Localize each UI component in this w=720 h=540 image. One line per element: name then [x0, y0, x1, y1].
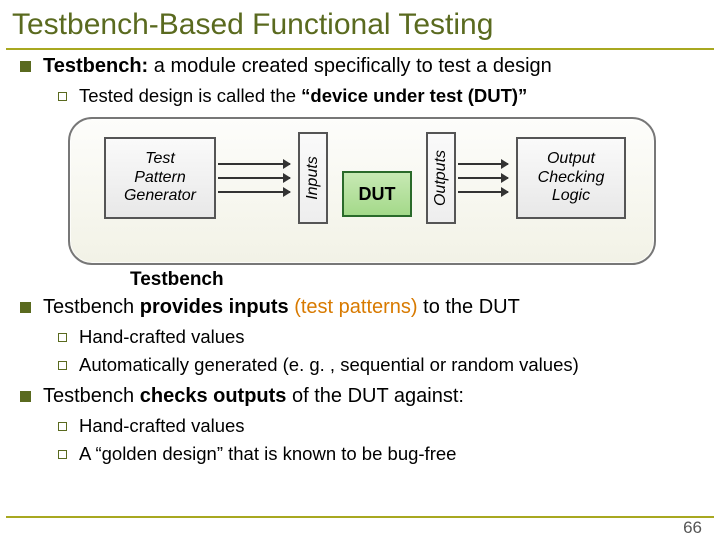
subbullet-handcrafted-outputs: Hand-crafted values — [58, 415, 700, 437]
subbullet-square-icon — [58, 450, 67, 459]
bullet-square-icon — [20, 391, 31, 402]
divider-bottom — [6, 516, 714, 518]
bullet-text: Testbench: a module created specifically… — [43, 54, 552, 79]
subbullet-square-icon — [58, 92, 67, 101]
outputs-label: Outputs — [432, 150, 450, 206]
dut-pre: Tested design is called the — [79, 85, 301, 106]
bullet-text: Testbench provides inputs (test patterns… — [43, 295, 520, 320]
tpg-label: Test Pattern Generator — [124, 150, 196, 205]
bullet-provides-inputs: Testbench provides inputs (test patterns… — [20, 295, 700, 320]
subbullet-text: Tested design is called the “device unde… — [79, 85, 527, 107]
test-pattern-generator-box: Test Pattern Generator — [104, 137, 216, 219]
divider-top — [6, 48, 714, 50]
provides-bold: provides inputs — [140, 296, 289, 318]
test-patterns-highlight: (test patterns) — [289, 296, 418, 318]
checks-pre: Testbench — [43, 385, 140, 407]
testbench-container: Test Pattern Generator Inputs DUT Output… — [68, 117, 656, 265]
slide: Testbench-Based Functional Testing Testb… — [0, 0, 720, 540]
page-number: 66 — [683, 518, 702, 538]
bullet-square-icon — [20, 302, 31, 313]
dut-bold: “device under test (DUT)” — [301, 85, 527, 106]
subbullet-text: Hand-crafted values — [79, 415, 245, 437]
subbullet-autogen: Automatically generated (e. g. , sequent… — [58, 354, 700, 376]
inputs-label: Inputs — [304, 156, 322, 200]
subbullet-text: A “golden design” that is known to be bu… — [79, 443, 456, 465]
provides-pre: Testbench — [43, 296, 140, 318]
checks-post: of the DUT against: — [286, 385, 464, 407]
subbullet-square-icon — [58, 422, 67, 431]
dut-label: DUT — [359, 184, 396, 205]
slide-title: Testbench-Based Functional Testing — [0, 0, 720, 48]
testbench-diagram: Test Pattern Generator Inputs DUT Output… — [68, 117, 678, 291]
testbench-caption: Testbench — [130, 269, 678, 291]
bullet-square-icon — [20, 61, 31, 72]
inputs-box: Inputs — [298, 132, 328, 224]
bullet-testbench-def: Testbench: a module created specifically… — [20, 54, 700, 79]
testbench-term: Testbench: — [43, 55, 148, 77]
subbullet-text: Hand-crafted values — [79, 326, 245, 348]
subbullet-handcrafted-inputs: Hand-crafted values — [58, 326, 700, 348]
subbullet-square-icon — [58, 361, 67, 370]
subbullet-square-icon — [58, 333, 67, 342]
content-area: Testbench: a module created specifically… — [0, 54, 720, 465]
ocl-label: Output Checking Logic — [538, 150, 605, 205]
subbullet-golden: A “golden design” that is known to be bu… — [58, 443, 700, 465]
subbullet-text: Automatically generated (e. g. , sequent… — [79, 354, 579, 376]
outputs-box: Outputs — [426, 132, 456, 224]
testbench-def-rest: a module created specifically to test a … — [148, 55, 552, 77]
subbullet-dut: Tested design is called the “device unde… — [58, 85, 700, 107]
bullet-text: Testbench checks outputs of the DUT agai… — [43, 384, 464, 409]
bullet-checks-outputs: Testbench checks outputs of the DUT agai… — [20, 384, 700, 409]
checks-bold: checks outputs — [140, 385, 287, 407]
output-checking-logic-box: Output Checking Logic — [516, 137, 626, 219]
provides-post: to the DUT — [418, 296, 520, 318]
dut-box: DUT — [342, 171, 412, 217]
